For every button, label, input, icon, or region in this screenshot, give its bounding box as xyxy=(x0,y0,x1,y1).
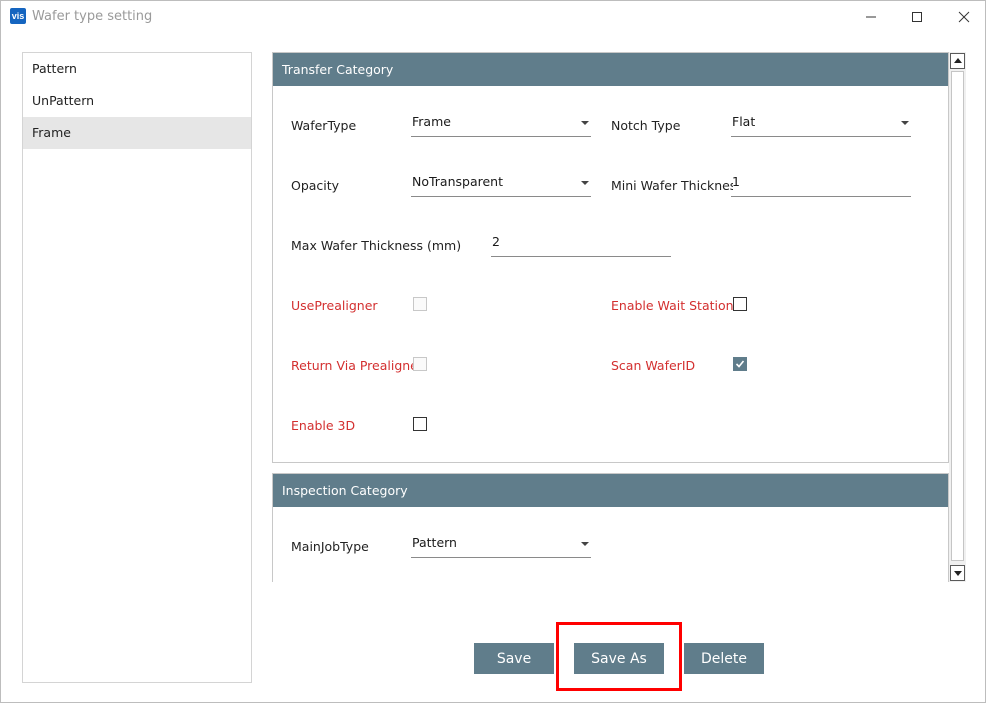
wafer-type-combo[interactable]: Frame xyxy=(411,111,591,137)
wafer-type-setting-window: vis Wafer type setting Pattern UnPattern… xyxy=(0,0,986,703)
vertical-scrollbar[interactable] xyxy=(949,52,966,582)
transfer-category-section: Transfer Category WaferType Frame Notch … xyxy=(272,52,949,463)
enable-3d-checkbox[interactable] xyxy=(413,417,427,431)
main-job-type-combo[interactable]: Pattern xyxy=(411,532,591,558)
list-item-unpattern[interactable]: UnPattern xyxy=(23,85,251,117)
chevron-down-icon xyxy=(901,121,909,125)
enable-wait-station-label: Enable Wait Station xyxy=(611,298,734,313)
delete-button[interactable]: Delete xyxy=(684,643,764,674)
chevron-down-icon xyxy=(581,121,589,125)
scan-waferid-checkbox[interactable] xyxy=(733,357,747,371)
arrow-down-icon xyxy=(954,571,962,576)
app-logo-icon: vis xyxy=(10,8,26,24)
checkmark-icon xyxy=(735,360,745,368)
minimize-button[interactable] xyxy=(848,1,894,33)
save-button[interactable]: Save xyxy=(474,643,554,674)
scan-waferid-label: Scan WaferID xyxy=(611,358,696,373)
enable-wait-station-checkbox[interactable] xyxy=(733,297,747,311)
list-item-pattern[interactable]: Pattern xyxy=(23,53,251,85)
maximize-icon xyxy=(912,12,922,22)
wafer-type-label: WaferType xyxy=(291,118,357,133)
use-prealigner-checkbox[interactable] xyxy=(413,297,427,311)
opacity-combo[interactable]: NoTransparent xyxy=(411,171,591,197)
title-bar: vis Wafer type setting xyxy=(1,1,985,33)
arrow-up-icon xyxy=(954,58,962,63)
main-job-type-label: MainJobType xyxy=(291,539,369,554)
mini-wafer-thickness-input[interactable]: 1 xyxy=(731,171,911,197)
settings-scroll-area: Transfer Category WaferType Frame Notch … xyxy=(272,52,966,582)
wafer-type-list: Pattern UnPattern Frame xyxy=(22,52,252,683)
mini-wafer-thickness-label: Mini Wafer Thickness xyxy=(611,178,733,193)
wafer-type-value: Frame xyxy=(412,114,451,129)
list-item-frame[interactable]: Frame xyxy=(23,117,251,149)
max-wafer-thickness-input[interactable]: 2 xyxy=(491,231,671,257)
maximize-button[interactable] xyxy=(894,1,940,33)
chevron-down-icon xyxy=(581,542,589,546)
minimize-icon xyxy=(866,16,876,18)
chevron-down-icon xyxy=(581,181,589,185)
use-prealigner-label: UsePrealigner xyxy=(291,298,378,313)
save-as-highlight-box xyxy=(556,622,682,691)
notch-type-label: Notch Type xyxy=(611,118,681,133)
max-wafer-thickness-label: Max Wafer Thickness (mm) xyxy=(291,238,462,253)
transfer-category-header: Transfer Category xyxy=(273,53,948,86)
close-icon xyxy=(958,11,970,23)
return-via-prealigner-checkbox[interactable] xyxy=(413,357,427,371)
opacity-label: Opacity xyxy=(291,178,340,193)
notch-type-combo[interactable]: Flat xyxy=(731,111,911,137)
inspection-category-header: Inspection Category xyxy=(273,474,948,507)
main-job-type-value: Pattern xyxy=(412,535,457,550)
notch-type-value: Flat xyxy=(732,114,756,129)
enable-3d-label: Enable 3D xyxy=(291,418,356,433)
inspection-category-section: Inspection Category MainJobType Pattern xyxy=(272,473,949,582)
window-title: Wafer type setting xyxy=(32,9,153,24)
return-via-prealigner-label: Return Via Prealigner xyxy=(291,358,413,373)
scroll-up-button[interactable] xyxy=(950,53,965,69)
opacity-value: NoTransparent xyxy=(412,174,504,189)
scroll-down-button[interactable] xyxy=(950,565,965,581)
scrollbar-thumb[interactable] xyxy=(951,71,964,561)
close-button[interactable] xyxy=(941,1,986,33)
